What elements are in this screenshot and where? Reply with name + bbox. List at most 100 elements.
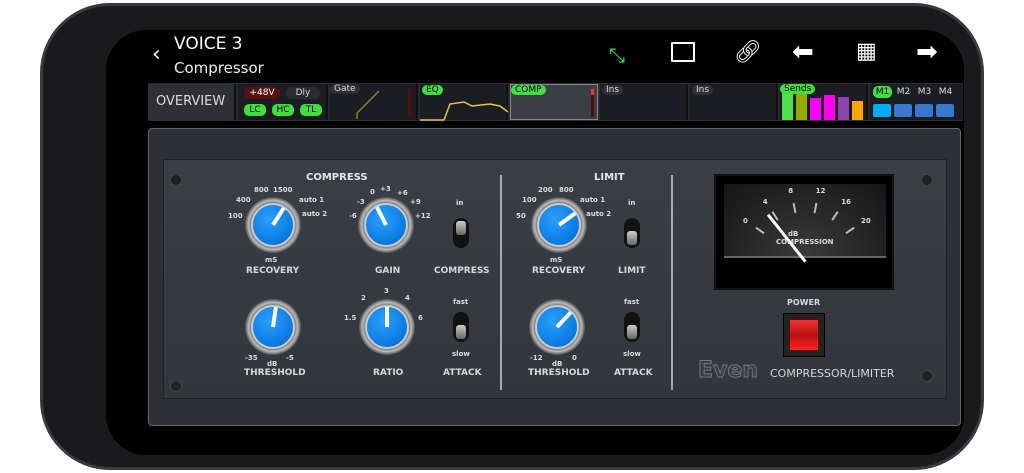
limit-in-toggle[interactable] [624,218,640,248]
scale-label: -12 [530,354,543,362]
limit-title: LIMIT [594,172,625,183]
fullscreen-icon[interactable]: ⤡ [609,40,625,70]
send-level-bar[interactable] [838,96,849,120]
sends-section[interactable]: Sends [780,84,868,120]
back-chevron-icon[interactable]: ‹ [152,40,161,70]
mix-2-button[interactable] [894,104,912,117]
gain-reduction-meter: dB COMPRESSION 0 4 8 12 16 20 [714,174,894,290]
phone-frame: ‹ VOICE 3 Compressor ⤡ 🔗︎ ⬅ ▦ ➡ OVERVIEW… [40,3,984,470]
sends-label: Sends [780,84,816,94]
compress-attack-toggle[interactable] [453,312,469,342]
send-level-bar[interactable] [824,95,835,120]
send-level-bar[interactable] [782,92,793,120]
insert-2-section[interactable]: Ins [690,84,778,120]
scale-label: +3 [380,185,391,193]
gate-section[interactable]: Gate [330,84,418,120]
meter-scale-label: 20 [860,216,871,225]
insert-2-label: Ins [692,85,714,95]
limit-attack-toggle[interactable] [624,312,640,342]
high-cut-button[interactable]: HC [272,104,294,116]
delay-button[interactable]: Dly [286,87,320,99]
folder-icon[interactable] [671,42,695,62]
scale-label: 0 [370,188,375,196]
scale-label: auto 1 [299,196,325,204]
scale-label: auto 1 [580,196,606,204]
scale-label: mS [265,256,278,264]
compress-recovery-label: RECOVERY [246,266,300,276]
scale-label: 1.5 [344,314,357,322]
scale-label: 100 [522,196,537,204]
overview-button[interactable]: OVERVIEW [148,84,236,120]
low-cut-button[interactable]: LC [244,104,266,116]
scale-label: +6 [397,189,408,197]
compress-ratio-knob[interactable] [359,299,415,355]
meter-scale-label: 0 [743,216,748,225]
scale-label: slow [452,350,470,358]
compress-threshold-knob[interactable] [245,299,301,355]
mix-4-button[interactable] [936,104,954,117]
limit-recovery-label: RECOVERY [532,266,586,276]
mix-1-label[interactable]: M1 [873,86,892,98]
next-arrow-icon[interactable]: ➡ [916,37,938,67]
insert-1-section[interactable]: Ins [600,84,688,120]
scale-label: 400 [236,196,251,204]
mix-section[interactable]: M1 M2 M3 M4 [870,84,963,120]
limit-recovery-knob[interactable] [531,197,587,253]
mix-2-label[interactable]: M2 [894,86,913,98]
overview-label: OVERVIEW [156,94,226,109]
mix-1-button[interactable] [873,104,891,117]
brand-logo: Even [698,358,759,384]
power-button[interactable] [783,313,825,357]
plugin-panel: COMPRESS LIMIT 100 400 800 1500 auto 1 a… [148,128,961,426]
limit-threshold-label: THRESHOLD [528,368,590,378]
scale-label: auto 2 [302,210,328,218]
compress-title: COMPRESS [306,172,368,183]
scale-label: 6 [418,314,423,322]
meter-scale-label: 8 [788,187,794,196]
scale-label: auto 2 [586,210,612,218]
compress-attack-label: ATTACK [443,368,482,378]
mix-3-label[interactable]: M3 [915,86,934,98]
compress-gain-label: GAIN [375,266,401,276]
mix-3-button[interactable] [915,104,933,117]
scale-label: mS [550,256,563,264]
eq-section[interactable]: EQ [420,84,508,121]
power-label: POWER [787,298,821,307]
scale-label: -5 [286,354,294,362]
send-level-bar[interactable] [852,101,863,120]
insert-1-label: Ins [602,85,624,95]
meter-scale-label: 12 [815,187,826,196]
tl-button[interactable]: TL [300,104,322,116]
compressor-faceplate: COMPRESS LIMIT 100 400 800 1500 auto 1 a… [163,159,947,399]
limit-threshold-knob[interactable] [529,299,585,355]
scale-label: 100 [228,212,243,220]
scale-label: -35 [245,354,258,362]
link-icon[interactable]: 🔗︎ [734,38,762,68]
meter-scale-label: 4 [762,197,768,206]
meter-tick [755,226,765,235]
scale-label: -6 [349,212,357,220]
meter-scale-label: 16 [841,197,851,206]
send-level-bar[interactable] [810,98,821,120]
scale-label: 3 [384,287,389,295]
scale-label: 800 [559,186,574,194]
scale-label: 50 [516,212,526,220]
input-section[interactable]: +48V Dly LC HC TL [238,84,328,120]
mix-4-label[interactable]: M4 [936,86,955,98]
comp-section[interactable]: COMP [510,84,598,120]
meter-tick [792,202,797,214]
phantom-power-button[interactable]: +48V [244,87,280,99]
eq-label: EQ [422,85,443,95]
limit-attack-label: ATTACK [614,368,653,378]
compress-recovery-knob[interactable] [245,197,301,253]
compress-in-toggle[interactable] [453,218,469,248]
send-level-bar[interactable] [796,92,807,120]
compress-gain-knob[interactable] [358,197,414,253]
scale-label: dB [267,360,278,368]
previous-arrow-icon[interactable]: ⬅ [792,37,814,67]
brand-name: COMPRESSOR/LIMITER [770,367,895,380]
gate-curve [356,90,380,119]
scale-label: dB [552,360,563,368]
grid-icon[interactable]: ▦ [856,37,877,67]
scale-label: 2 [361,294,366,302]
